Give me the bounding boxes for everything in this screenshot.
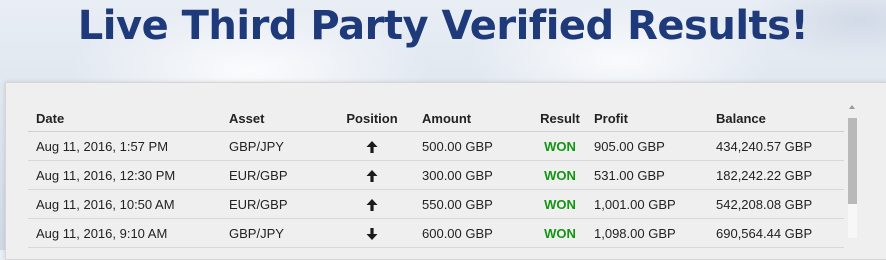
results-table: Date Asset Position Amount Result Profit… <box>28 105 844 248</box>
cell-result: WON <box>526 218 594 248</box>
cell-date: Aug 11, 2016, 9:10 AM <box>28 218 229 248</box>
table-row: Aug 11, 2016, 9:10 AM GBP/JPY 600.00 GBP… <box>28 218 844 248</box>
cell-asset: GBP/JPY <box>229 131 329 161</box>
cell-profit: 531.00 GBP <box>594 160 716 190</box>
table-row: Aug 11, 2016, 10:50 AM EUR/GBP 550.00 GB… <box>28 189 844 219</box>
cell-amount: 500.00 GBP <box>415 131 526 161</box>
page-headline: Live Third Party Verified Results! <box>77 3 809 49</box>
cell-amount: 600.00 GBP <box>415 218 526 248</box>
cell-balance: 182,242.22 GBP <box>716 160 844 190</box>
arrow-up-icon <box>365 198 379 212</box>
table-header-row: Date Asset Position Amount Result Profit… <box>28 105 844 132</box>
cell-result: WON <box>526 131 594 161</box>
cell-profit: 1,001.00 GBP <box>594 189 716 219</box>
column-header-balance: Balance <box>716 105 844 132</box>
cell-position <box>329 189 415 219</box>
arrow-up-icon <box>365 140 379 154</box>
cell-profit: 1,098.00 GBP <box>594 218 716 248</box>
cell-date: Aug 11, 2016, 1:57 PM <box>28 131 229 161</box>
column-header-result: Result <box>526 105 594 132</box>
cell-position <box>329 218 415 248</box>
results-panel: Date Asset Position Amount Result Profit… <box>5 82 886 260</box>
cell-asset: EUR/GBP <box>229 160 329 190</box>
cell-position <box>329 131 415 161</box>
cell-asset: GBP/JPY <box>229 218 329 248</box>
cell-position <box>329 160 415 190</box>
table-row: Aug 11, 2016, 1:57 PM GBP/JPY 500.00 GBP… <box>28 131 844 161</box>
column-header-date: Date <box>28 105 229 132</box>
column-header-position: Position <box>329 105 415 132</box>
cell-amount: 300.00 GBP <box>415 160 526 190</box>
cell-amount: 550.00 GBP <box>415 189 526 219</box>
cell-date: Aug 11, 2016, 10:50 AM <box>28 189 229 219</box>
cell-balance: 690,564.44 GBP <box>716 218 844 248</box>
cell-result: WON <box>526 160 594 190</box>
cell-asset: EUR/GBP <box>229 189 329 219</box>
arrow-up-icon <box>365 169 379 183</box>
arrow-down-icon <box>365 227 379 241</box>
cell-balance: 542,208.08 GBP <box>716 189 844 219</box>
scroll-track[interactable] <box>848 118 857 238</box>
cell-date: Aug 11, 2016, 12:30 PM <box>28 160 229 190</box>
column-header-asset: Asset <box>229 105 329 132</box>
table-row: Aug 11, 2016, 12:30 PM EUR/GBP 300.00 GB… <box>28 160 844 190</box>
vertical-scrollbar[interactable] <box>846 105 858 255</box>
scroll-thumb[interactable] <box>848 118 857 204</box>
column-header-amount: Amount <box>415 105 526 132</box>
cell-result: WON <box>526 189 594 219</box>
scroll-up-arrow-icon[interactable] <box>849 105 855 109</box>
column-header-profit: Profit <box>594 105 716 132</box>
cell-profit: 905.00 GBP <box>594 131 716 161</box>
cell-balance: 434,240.57 GBP <box>716 131 844 161</box>
